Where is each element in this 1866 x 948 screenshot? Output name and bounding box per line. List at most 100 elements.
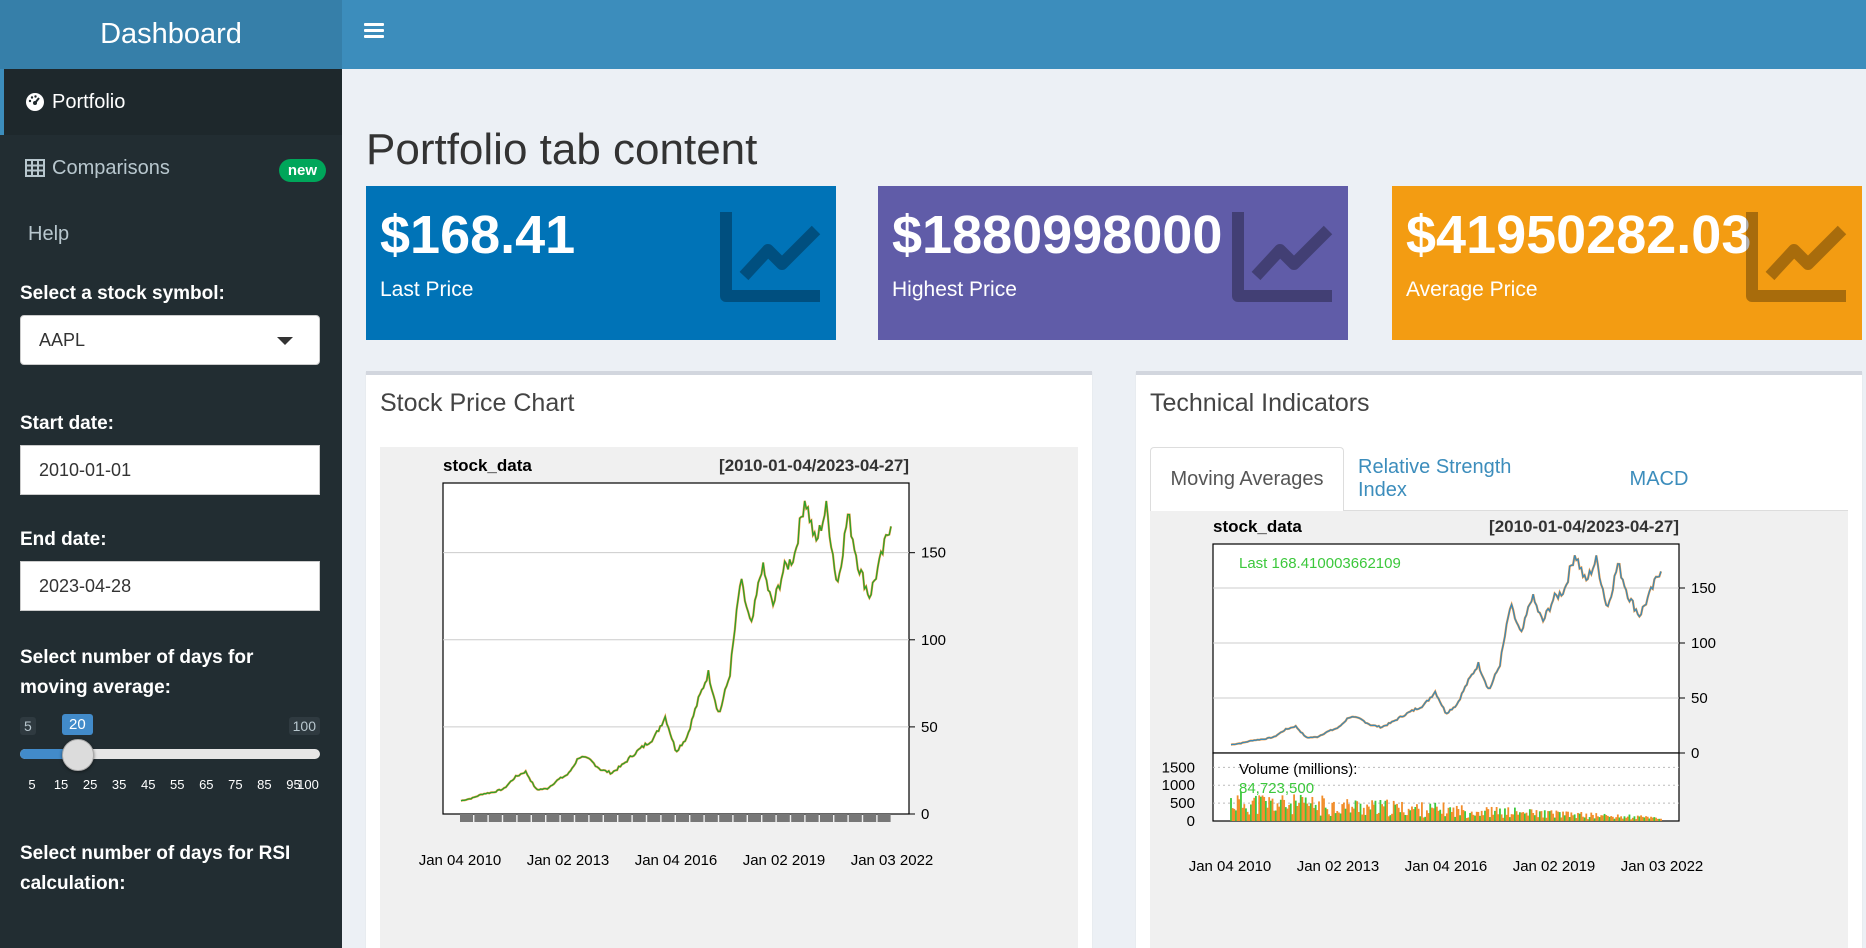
volume-bar (1515, 811, 1518, 821)
volume-bar (1314, 804, 1317, 821)
volume-bar (1371, 800, 1374, 821)
volume-bar (1387, 816, 1390, 821)
volume-bar (1445, 813, 1448, 821)
volume-bar (1341, 804, 1344, 821)
volume-bar (1633, 816, 1636, 821)
volume-bar (1517, 814, 1520, 821)
stock-select-label: Select a stock symbol: (20, 283, 225, 304)
volume-bar (1288, 804, 1291, 821)
slider-tick-label: 85 (257, 777, 272, 792)
volume-bar (1367, 806, 1370, 821)
x-tick-block (560, 814, 574, 822)
start-date-input[interactable]: 2010-01-01 (20, 445, 320, 495)
volume-bar (1435, 806, 1438, 821)
volume-bar (1344, 808, 1347, 821)
volume-bar (1362, 807, 1365, 821)
stock-select[interactable]: AAPL (20, 315, 320, 365)
volume-bar (1462, 810, 1465, 821)
volume-bar (1588, 817, 1591, 821)
volume-bar (1281, 795, 1284, 821)
x-tick-block (776, 814, 790, 822)
volume-bar (1268, 797, 1271, 821)
dashboard-icon (24, 91, 46, 113)
volume-bar (1424, 816, 1427, 821)
sidebar-item-comparisons[interactable]: Comparisons new (0, 135, 342, 201)
volume-bar (1479, 815, 1481, 821)
volume-bar (1276, 803, 1279, 821)
volume-bar (1562, 811, 1564, 821)
volume-bar (1520, 812, 1523, 821)
volume-bar (1382, 806, 1385, 821)
box-title: Stock Price Chart (380, 389, 575, 417)
volume-bar (1376, 814, 1379, 821)
volume-bar (1525, 812, 1528, 821)
volume-bar (1475, 811, 1478, 821)
sidebar-item-portfolio[interactable]: Portfolio (0, 69, 342, 135)
volume-bar (1356, 801, 1359, 821)
plot-area: stock_data [2010-01-04/2023-04-27] 0 50 100 1… (380, 447, 1078, 948)
volume-bar (1233, 808, 1236, 821)
x-tick-block (589, 814, 603, 822)
volume-bar (1455, 805, 1458, 821)
volume-bar (1509, 817, 1511, 821)
volume-bar (1291, 814, 1294, 821)
volume-bar (1512, 814, 1515, 821)
volume-bar (1543, 810, 1546, 821)
volume-bar (1359, 803, 1362, 821)
tab-moving-averages[interactable]: Moving Averages (1150, 447, 1344, 512)
tab-macd[interactable]: MACD (1614, 447, 1704, 511)
volume-bar (1547, 811, 1550, 821)
volume-bar (1442, 802, 1445, 821)
volume-bar (1577, 812, 1579, 821)
volume-bar (1523, 813, 1526, 821)
ma-slider[interactable]: 5 100 20 5 15 25 35 45 55 65 75 85 95 100 (20, 713, 320, 803)
volume-bar (1230, 798, 1232, 821)
volume-bar (1251, 800, 1254, 821)
x-tick-label: Jan 02 2019 (743, 852, 826, 869)
x-tick-block (719, 814, 733, 822)
volume-bar (1467, 817, 1470, 821)
volume-bar (1553, 817, 1556, 821)
slider-handle[interactable] (62, 739, 94, 771)
volume-bar (1540, 811, 1543, 821)
volume-bar (1296, 806, 1299, 821)
volume-bar (1570, 812, 1573, 821)
hamburger-icon[interactable] (364, 20, 384, 42)
volume-bar (1386, 799, 1388, 821)
slider-tick-label: 15 (53, 777, 69, 792)
brand-title[interactable]: Dashboard (0, 0, 342, 69)
volume-bar (1426, 810, 1428, 821)
volume-bar (1474, 815, 1476, 821)
volume-bar (1384, 800, 1387, 821)
volume-tick-label: 1500 (1162, 759, 1195, 776)
volume-bar (1623, 816, 1626, 821)
volume-bar (1601, 815, 1604, 821)
volume-bar (1487, 809, 1490, 821)
volume-bar (1538, 811, 1541, 821)
y-tick-label: 150 (921, 545, 946, 562)
sidebar-item-help[interactable]: Help (0, 201, 342, 267)
volume-bar (1530, 809, 1533, 821)
slider-min-label: 5 (20, 717, 36, 735)
tab-relative-strength-index[interactable]: Relative Strength Index (1358, 447, 1558, 511)
volume-bar (1452, 807, 1455, 821)
line-chart-icon (720, 212, 821, 302)
volume-bar (1313, 807, 1315, 821)
value-box-highest-price: $1880998000 Highest Price (878, 186, 1348, 340)
volume-bar (1522, 812, 1525, 821)
stock-select-value: AAPL (39, 329, 86, 350)
volume-bar (1329, 815, 1332, 821)
volume-bar (1548, 811, 1551, 821)
volume-bar (1447, 807, 1450, 821)
volume-bar (1655, 817, 1657, 821)
volume-bar (1338, 812, 1340, 821)
volume-bar (1605, 815, 1608, 821)
main-content: Portfolio tab content $168.41 Last Price… (342, 69, 1866, 948)
volume-bar (1457, 809, 1460, 821)
value-box-subtitle: Highest Price (892, 278, 1017, 301)
end-date-input[interactable]: 2023-04-28 (20, 561, 320, 611)
x-tick-label: Jan 03 2022 (1621, 858, 1704, 875)
volume-bar (1504, 808, 1506, 821)
volume-bar (1256, 813, 1259, 821)
volume-bar (1263, 796, 1266, 821)
